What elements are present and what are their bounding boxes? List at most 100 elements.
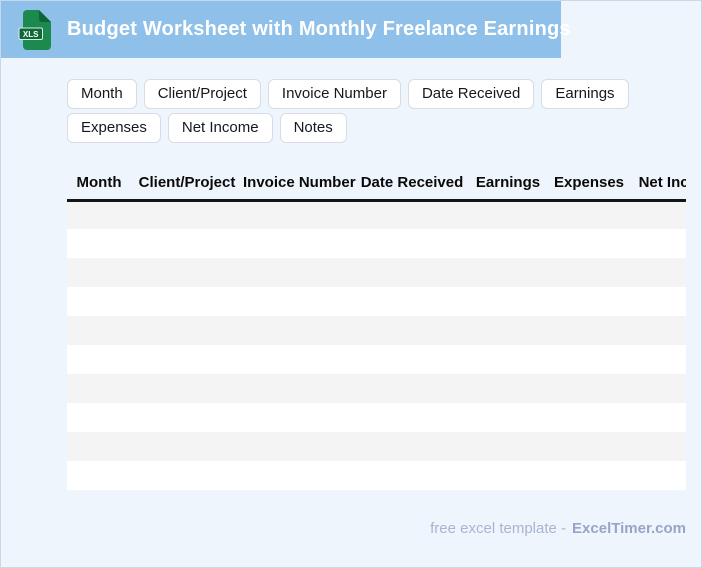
cell bbox=[67, 345, 131, 374]
cell bbox=[547, 374, 631, 403]
cell bbox=[547, 316, 631, 345]
cell bbox=[355, 258, 469, 287]
cell bbox=[67, 432, 131, 461]
cell bbox=[631, 432, 686, 461]
cell bbox=[243, 316, 355, 345]
cell bbox=[243, 287, 355, 316]
cell bbox=[469, 258, 547, 287]
table-body bbox=[67, 200, 686, 490]
cell bbox=[631, 403, 686, 432]
page: XLS Budget Worksheet with Monthly Freela… bbox=[0, 0, 702, 568]
cell bbox=[547, 461, 631, 490]
cell bbox=[67, 374, 131, 403]
cell bbox=[243, 258, 355, 287]
cell bbox=[355, 461, 469, 490]
cell bbox=[131, 403, 243, 432]
column-header-expenses: Expenses bbox=[547, 167, 631, 202]
table-row bbox=[67, 374, 686, 403]
cell bbox=[355, 374, 469, 403]
column-header-date-received: Date Received bbox=[355, 167, 469, 202]
cell bbox=[67, 461, 131, 490]
table-row bbox=[67, 461, 686, 490]
column-chips: Month Client/Project Invoice Number Date Re… bbox=[67, 79, 686, 143]
cell bbox=[67, 403, 131, 432]
cell bbox=[469, 461, 547, 490]
cell bbox=[547, 403, 631, 432]
cell bbox=[631, 287, 686, 316]
cell bbox=[67, 200, 131, 229]
cell bbox=[243, 345, 355, 374]
cell bbox=[67, 316, 131, 345]
cell bbox=[631, 229, 686, 258]
cell bbox=[631, 461, 686, 490]
cell bbox=[131, 432, 243, 461]
cell bbox=[631, 345, 686, 374]
table-row bbox=[67, 345, 686, 374]
content: Month Client/Project Invoice Number Date Re… bbox=[67, 79, 686, 537]
cell bbox=[469, 345, 547, 374]
page-title: Budget Worksheet with Monthly Freelance … bbox=[67, 18, 571, 40]
cell bbox=[355, 403, 469, 432]
cell bbox=[355, 345, 469, 374]
cell bbox=[469, 403, 547, 432]
cell bbox=[131, 258, 243, 287]
column-header-earnings: Earnings bbox=[469, 167, 547, 202]
table-row bbox=[67, 432, 686, 461]
xls-file-icon: XLS bbox=[18, 9, 51, 50]
chip-notes[interactable]: Notes bbox=[279, 113, 347, 143]
chip-expenses[interactable]: Expenses bbox=[67, 113, 161, 143]
cell bbox=[469, 316, 547, 345]
cell bbox=[631, 316, 686, 345]
table-head: Month Client/Project Invoice Number Date Re… bbox=[67, 167, 686, 202]
column-header-month: Month bbox=[67, 167, 131, 202]
cell bbox=[243, 229, 355, 258]
cell bbox=[547, 432, 631, 461]
cell bbox=[469, 287, 547, 316]
title-bar: XLS Budget Worksheet with Monthly Freela… bbox=[1, 1, 571, 58]
column-header-invoice-number: Invoice Number bbox=[243, 167, 356, 202]
xls-label: XLS bbox=[23, 29, 39, 38]
cell bbox=[355, 200, 469, 229]
cell bbox=[243, 403, 355, 432]
cell bbox=[469, 200, 547, 229]
table-row bbox=[67, 287, 686, 316]
earnings-table: Month Client/Project Invoice Number Date Re… bbox=[67, 167, 686, 490]
chip-client-project[interactable]: Client/Project bbox=[143, 79, 261, 109]
folded-corner bbox=[39, 9, 51, 22]
footer: free excel template - ExcelTimer.com bbox=[67, 520, 686, 537]
cell bbox=[355, 287, 469, 316]
footer-brand-link[interactable]: ExcelTimer.com bbox=[572, 520, 686, 537]
cell bbox=[631, 258, 686, 287]
cell bbox=[469, 229, 547, 258]
cell bbox=[131, 345, 243, 374]
cell bbox=[547, 287, 631, 316]
cell bbox=[67, 229, 131, 258]
footer-text: free excel template - bbox=[430, 520, 567, 537]
cell bbox=[547, 258, 631, 287]
chip-net-income[interactable]: Net Income bbox=[167, 113, 273, 143]
chip-month[interactable]: Month bbox=[67, 79, 137, 109]
column-header-net-income: Net Income bbox=[631, 167, 686, 202]
chip-invoice-number[interactable]: Invoice Number bbox=[267, 79, 401, 109]
table-row bbox=[67, 229, 686, 258]
chip-earnings[interactable]: Earnings bbox=[541, 79, 629, 109]
cell bbox=[131, 229, 243, 258]
cell bbox=[67, 258, 131, 287]
table-row bbox=[67, 258, 686, 287]
cell bbox=[131, 374, 243, 403]
column-header-client-project: Client/Project bbox=[131, 167, 243, 202]
cell bbox=[243, 432, 355, 461]
cell bbox=[131, 461, 243, 490]
cell bbox=[631, 200, 686, 229]
cell bbox=[131, 316, 243, 345]
chip-date-received[interactable]: Date Received bbox=[407, 79, 535, 109]
header-row: Month Client/Project Invoice Number Date Re… bbox=[67, 167, 686, 202]
cell bbox=[355, 229, 469, 258]
cell bbox=[243, 461, 355, 490]
cell bbox=[243, 374, 355, 403]
cell bbox=[131, 287, 243, 316]
table-row bbox=[67, 403, 686, 432]
cell bbox=[355, 432, 469, 461]
cell bbox=[547, 200, 631, 229]
table-row bbox=[67, 200, 686, 229]
